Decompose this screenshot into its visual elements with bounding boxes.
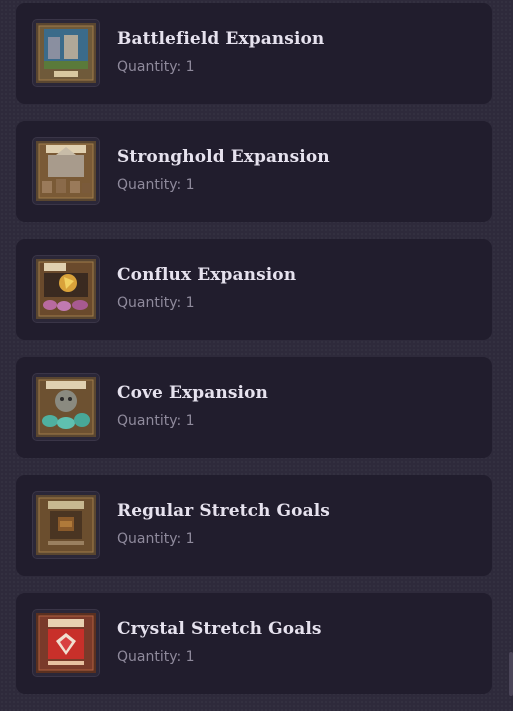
list-item[interactable]: Cove Expansion Quantity: 1	[16, 357, 492, 458]
battlefield-box-art-icon	[32, 19, 100, 87]
item-title: Crystal Stretch Goals	[117, 619, 322, 639]
conflux-box-art-icon	[32, 255, 100, 323]
stronghold-box-art-icon	[32, 137, 100, 205]
scrollbar[interactable]	[509, 652, 513, 696]
cove-box-art-icon	[32, 373, 100, 441]
item-quantity: Quantity: 1	[117, 177, 195, 193]
reward-item-list: Battlefield Expansion Quantity: 1 Strong…	[16, 3, 492, 711]
regular-stretch-goals-box-art-icon	[32, 491, 100, 559]
list-item[interactable]: Crystal Stretch Goals Quantity: 1	[16, 593, 492, 694]
item-title: Cove Expansion	[117, 383, 268, 403]
crystal-stretch-goals-box-art-icon	[32, 609, 100, 677]
item-quantity: Quantity: 1	[117, 59, 195, 75]
item-title: Regular Stretch Goals	[117, 501, 330, 521]
list-item[interactable]: Stronghold Expansion Quantity: 1	[16, 121, 492, 222]
list-item[interactable]: Battlefield Expansion Quantity: 1	[16, 3, 492, 104]
item-quantity: Quantity: 1	[117, 531, 195, 547]
item-quantity: Quantity: 1	[117, 295, 195, 311]
item-title: Stronghold Expansion	[117, 147, 330, 167]
item-title: Battlefield Expansion	[117, 29, 325, 49]
item-quantity: Quantity: 1	[117, 649, 195, 665]
list-item[interactable]: Conflux Expansion Quantity: 1	[16, 239, 492, 340]
list-item[interactable]: Regular Stretch Goals Quantity: 1	[16, 475, 492, 576]
item-title: Conflux Expansion	[117, 265, 297, 285]
item-quantity: Quantity: 1	[117, 413, 195, 429]
